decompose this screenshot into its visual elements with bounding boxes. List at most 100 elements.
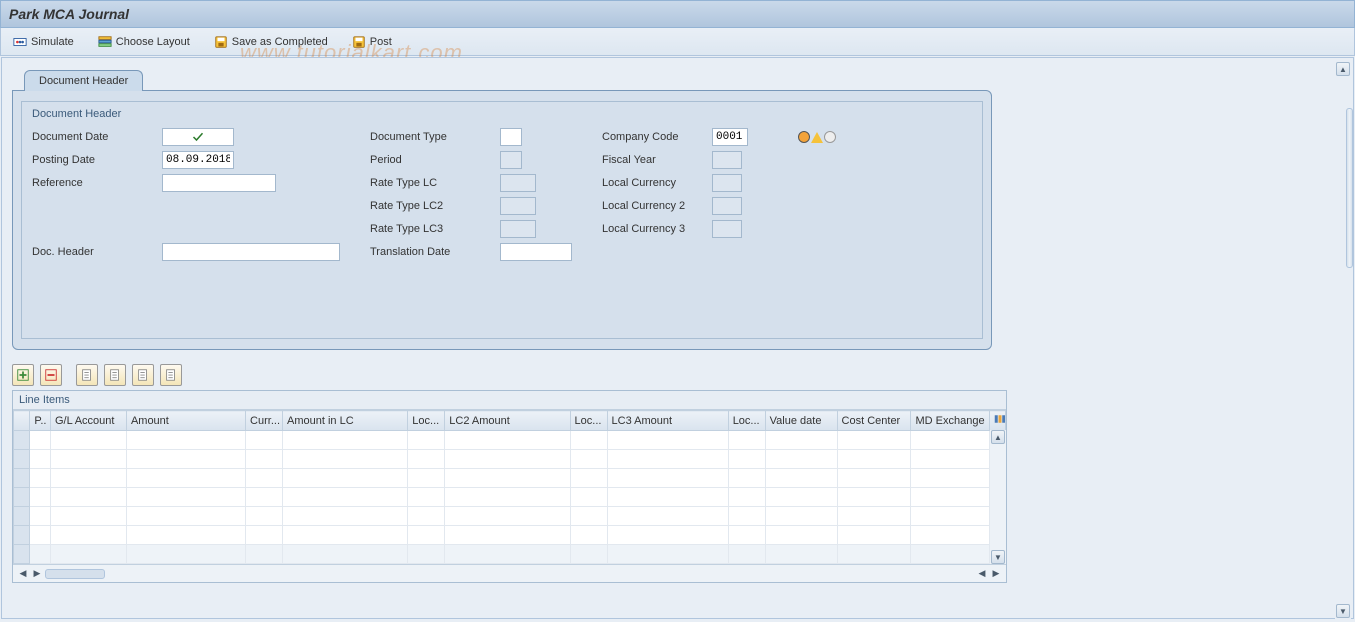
grid-cell[interactable]	[30, 450, 51, 469]
rate-type-lc3-field[interactable]	[500, 220, 536, 238]
grid-cell[interactable]	[911, 469, 989, 488]
row-selector[interactable]	[14, 469, 30, 488]
grid-cell[interactable]	[570, 507, 607, 526]
document-date-field[interactable]	[162, 128, 234, 146]
grid-cell[interactable]	[728, 431, 765, 450]
grid-cell[interactable]	[445, 507, 570, 526]
grid-cell[interactable]	[283, 545, 408, 564]
row-selector[interactable]	[14, 526, 30, 545]
grid-cell[interactable]	[445, 450, 570, 469]
grid-cell[interactable]	[445, 488, 570, 507]
grid-cell[interactable]	[445, 469, 570, 488]
side-grip-handle[interactable]	[1346, 108, 1353, 268]
hscroll-left-icon[interactable]: ◀	[17, 568, 29, 580]
save-completed-button[interactable]: Save as Completed	[210, 31, 332, 53]
row-selector[interactable]	[14, 545, 30, 564]
grid-cell[interactable]	[607, 488, 728, 507]
grid-cell[interactable]	[607, 526, 728, 545]
grid-cell[interactable]	[50, 450, 126, 469]
grid-cell[interactable]	[837, 545, 911, 564]
grid-cell[interactable]	[728, 488, 765, 507]
col-loc2[interactable]: Loc...	[570, 411, 607, 431]
grid-cell[interactable]	[126, 431, 245, 450]
table-row[interactable]	[14, 488, 1006, 507]
col-amount-lc[interactable]: Amount in LC	[283, 411, 408, 431]
table-row[interactable]	[14, 450, 1006, 469]
simulate-button[interactable]: Simulate	[9, 31, 78, 53]
grid-cell[interactable]	[30, 545, 51, 564]
grid-cell[interactable]	[765, 431, 837, 450]
grid-cell[interactable]	[837, 526, 911, 545]
choose-layout-button[interactable]: Choose Layout	[94, 31, 194, 53]
grid-cell[interactable]	[50, 431, 126, 450]
tab-document-header[interactable]: Document Header	[24, 70, 143, 91]
col-lc3-amount[interactable]: LC3 Amount	[607, 411, 728, 431]
grid-cell[interactable]	[126, 545, 245, 564]
grid-cell[interactable]	[607, 431, 728, 450]
grid-cell[interactable]	[246, 488, 283, 507]
grid-cell[interactable]	[911, 526, 989, 545]
col-cost-center[interactable]: Cost Center	[837, 411, 911, 431]
grid-horizontal-scrollbar[interactable]: ◀ ▶ ◀ ▶	[13, 564, 1006, 582]
grid-cell[interactable]	[765, 488, 837, 507]
col-select[interactable]	[14, 411, 30, 431]
grid-cell[interactable]	[765, 469, 837, 488]
posting-date-field[interactable]	[162, 151, 234, 169]
grid-cell[interactable]	[246, 526, 283, 545]
doc-button-3[interactable]	[132, 364, 154, 386]
grid-cell[interactable]	[30, 431, 51, 450]
grid-scroll-down-icon[interactable]: ▼	[991, 550, 1005, 564]
col-loc[interactable]: Loc...	[408, 411, 445, 431]
hscroll-right-icon[interactable]: ▶	[31, 568, 43, 580]
grid-cell[interactable]	[126, 526, 245, 545]
grid-cell[interactable]	[570, 431, 607, 450]
doc-button-1[interactable]	[76, 364, 98, 386]
grid-cell[interactable]	[911, 488, 989, 507]
grid-cell[interactable]	[30, 526, 51, 545]
document-type-field[interactable]	[500, 128, 522, 146]
grid-cell[interactable]	[607, 545, 728, 564]
grid-cell[interactable]	[126, 450, 245, 469]
insert-row-button[interactable]	[12, 364, 34, 386]
grid-cell[interactable]	[408, 450, 445, 469]
grid-cell[interactable]	[837, 488, 911, 507]
grid-cell[interactable]	[728, 469, 765, 488]
grid-cell[interactable]	[246, 431, 283, 450]
grid-cell[interactable]	[283, 507, 408, 526]
fiscal-year-field[interactable]	[712, 151, 742, 169]
grid-cell[interactable]	[246, 450, 283, 469]
col-lc2-amount[interactable]: LC2 Amount	[445, 411, 570, 431]
page-scroll-down-icon[interactable]: ▼	[1336, 604, 1350, 618]
grid-cell[interactable]	[765, 526, 837, 545]
grid-cell[interactable]	[126, 469, 245, 488]
grid-cell[interactable]	[728, 507, 765, 526]
grid-cell[interactable]	[765, 545, 837, 564]
rate-type-lc-field[interactable]	[500, 174, 536, 192]
grid-cell[interactable]	[445, 545, 570, 564]
col-md-exchange[interactable]: MD Exchange	[911, 411, 989, 431]
doc-button-2[interactable]	[104, 364, 126, 386]
hscroll-right2-icon[interactable]: ▶	[990, 568, 1002, 580]
grid-cell[interactable]	[607, 507, 728, 526]
table-row[interactable]	[14, 469, 1006, 488]
grid-cell[interactable]	[837, 431, 911, 450]
row-selector[interactable]	[14, 488, 30, 507]
grid-cell[interactable]	[246, 469, 283, 488]
grid-vertical-scrollbar[interactable]: ▲ ▼	[990, 430, 1006, 564]
col-amount[interactable]: Amount	[126, 411, 245, 431]
grid-cell[interactable]	[765, 450, 837, 469]
grid-cell[interactable]	[728, 450, 765, 469]
grid-cell[interactable]	[283, 431, 408, 450]
grid-cell[interactable]	[911, 545, 989, 564]
grid-cell[interactable]	[445, 526, 570, 545]
doc-header-field[interactable]	[162, 243, 340, 261]
grid-cell[interactable]	[126, 488, 245, 507]
grid-cell[interactable]	[283, 450, 408, 469]
row-selector[interactable]	[14, 450, 30, 469]
col-value-date[interactable]: Value date	[765, 411, 837, 431]
grid-cell[interactable]	[408, 545, 445, 564]
grid-cell[interactable]	[607, 450, 728, 469]
grid-cell[interactable]	[408, 488, 445, 507]
translation-date-field[interactable]	[500, 243, 572, 261]
grid-cell[interactable]	[570, 469, 607, 488]
